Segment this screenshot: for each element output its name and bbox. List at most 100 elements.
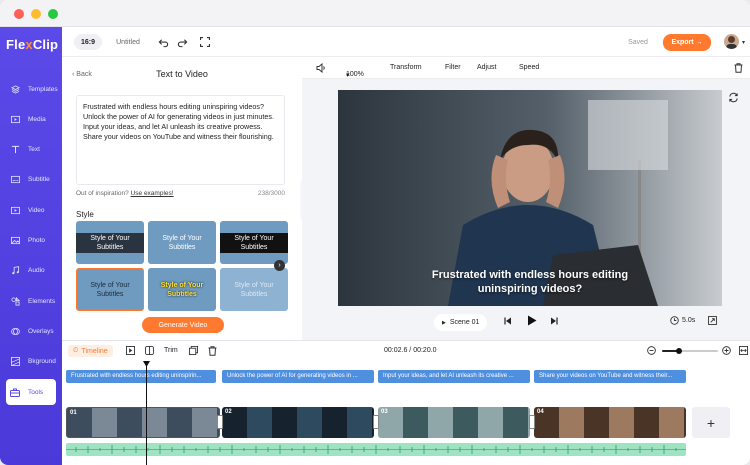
play-icon[interactable] — [527, 315, 537, 326]
delete-icon[interactable] — [734, 63, 743, 75]
volume-icon[interactable] — [316, 62, 326, 75]
subtitle-segment-2[interactable]: Unlock the power of AI for generating vi… — [222, 370, 374, 383]
subtitle-icon — [10, 175, 20, 185]
style-card-3[interactable]: Style of Your Subtitles — [220, 221, 288, 264]
filter-button[interactable]: Filter — [445, 64, 461, 71]
sidebar-item-label: Overlays — [28, 327, 54, 335]
sidebar-item-label: Video — [28, 206, 45, 214]
zoom-slider-thumb[interactable] — [675, 348, 682, 354]
generate-video-button[interactable]: Generate Video — [142, 317, 224, 333]
transition-handle[interactable] — [373, 415, 379, 429]
timeline-tab[interactable]: ⏲ Timeline — [68, 345, 113, 357]
fit-timeline-icon[interactable] — [739, 346, 748, 357]
redo-icon[interactable] — [176, 36, 188, 48]
style-card-2[interactable]: Style of Your Subtitles — [148, 221, 216, 264]
maximize-window-button[interactable] — [48, 9, 58, 19]
sidebar-item-label: Audio — [28, 267, 45, 275]
style-card-5[interactable]: Style of Your Subtitles — [148, 268, 216, 311]
sidebar-item-overlays[interactable]: Overlays — [0, 318, 62, 344]
trash-icon[interactable] — [208, 346, 217, 358]
add-clip-button[interactable]: + — [692, 407, 730, 438]
previous-scene-icon[interactable] — [504, 317, 512, 325]
timeline-toolbar: ⏲ Timeline Trim 00:02.6 / 00:20.0 — [62, 341, 750, 361]
sidebar-item-audio[interactable]: Audio — [0, 258, 62, 284]
export-button[interactable]: Export → — [663, 34, 711, 51]
play-preview-icon[interactable] — [126, 346, 135, 357]
sidebar-item-subtitle[interactable]: Subtitle — [0, 167, 62, 193]
video-clip[interactable]: 04 — [534, 407, 686, 438]
playhead[interactable] — [143, 361, 150, 465]
style-card-1[interactable]: Style of Your Subtitles — [76, 221, 144, 264]
video-preview[interactable]: Frustrated with endless hours editing un… — [338, 90, 722, 306]
transition-handle[interactable] — [529, 415, 535, 429]
undo-icon[interactable] — [157, 36, 169, 48]
sidebar-item-photo[interactable]: Photo — [0, 228, 62, 254]
style-label: Style — [76, 210, 94, 219]
speed-button[interactable]: Speed — [519, 64, 539, 71]
subtitle-segment-1[interactable]: Frustrated with endless hours editing un… — [66, 370, 216, 383]
adjust-button[interactable]: Adjust — [477, 64, 496, 71]
split-icon[interactable] — [145, 346, 154, 357]
next-styles-button[interactable]: › — [274, 260, 285, 271]
subtitle-caption: Frustrated with endless hours editing un… — [431, 269, 629, 295]
close-window-button[interactable] — [14, 9, 24, 19]
preview-toolbar: 100% ▾ Transform Filter Adjust Speed — [302, 57, 750, 79]
next-scene-icon[interactable] — [550, 317, 558, 325]
preview-area: 100% ▾ Transform Filter Adjust Speed Fru… — [302, 57, 750, 340]
saved-status: Saved — [628, 38, 648, 46]
elements-icon — [10, 296, 20, 306]
sidebar-item-text[interactable]: Text — [0, 137, 62, 163]
sidebar-item-label: Text — [28, 146, 40, 154]
music-icon — [10, 266, 20, 276]
video-clip[interactable]: 01 — [66, 407, 220, 438]
minimize-window-button[interactable] — [31, 9, 41, 19]
style-card-4[interactable]: Style of Your Subtitles — [76, 268, 144, 311]
layers-icon — [10, 84, 20, 94]
video-clip[interactable]: 02 — [222, 407, 374, 438]
transition-handle[interactable] — [217, 415, 223, 429]
video-clip[interactable]: 03 — [378, 407, 530, 438]
duration-control[interactable]: 5.0s — [670, 316, 695, 325]
use-examples-link[interactable]: Use examples! — [131, 190, 174, 197]
avatar[interactable] — [724, 34, 739, 49]
replace-icon[interactable] — [728, 92, 739, 105]
duplicate-icon[interactable] — [189, 346, 198, 357]
top-toolbar: 16:9 Untitled Saved Export → ▾ — [62, 27, 750, 57]
project-name[interactable]: Untitled — [112, 34, 144, 50]
sidebar-item-video[interactable]: Video — [0, 197, 62, 223]
timeline-icon: ⏲ — [73, 347, 79, 354]
text-to-video-panel: ‹ Back Text to Video Frustrated with end… — [62, 57, 302, 340]
style-card-6[interactable]: Style of Your Subtitles — [220, 268, 288, 311]
subtitle-segment-3[interactable]: Input your ideas, and let AI unleash its… — [378, 370, 530, 383]
subtitle-segment-4[interactable]: Share your videos on YouTube and witness… — [534, 370, 686, 383]
inspiration-hint: Out of inspiration? Use examples! — [76, 190, 174, 197]
sidebar-item-label: Tools — [28, 388, 44, 396]
video-icon — [10, 205, 20, 215]
sidebar-item-label: Bkground — [28, 358, 56, 366]
zoom-in-icon[interactable] — [722, 346, 731, 357]
scene-selector[interactable]: ▶ Scene 01 — [434, 314, 488, 331]
sidebar: FlexClip Templates Media Text Subtitle Video… — [0, 27, 62, 465]
chevron-down-icon[interactable]: ▾ — [742, 39, 745, 46]
aspect-ratio-button[interactable]: 16:9 — [74, 34, 102, 50]
sidebar-item-label: Templates — [28, 85, 58, 93]
photo-icon — [10, 236, 20, 246]
sidebar-item-label: Subtitle — [28, 176, 50, 184]
play-small-icon: ▶ — [442, 319, 446, 326]
audio-track[interactable] — [66, 443, 686, 456]
playhead-marker — [143, 361, 150, 367]
chevron-down-icon: ▾ — [346, 72, 350, 79]
script-textarea[interactable]: Frustrated with endless hours editing un… — [76, 95, 285, 185]
zoom-out-icon[interactable] — [647, 346, 656, 357]
sidebar-item-elements[interactable]: Elements — [0, 288, 62, 314]
fullscreen-icon[interactable] — [199, 36, 211, 48]
trim-button[interactable]: Trim — [164, 347, 178, 354]
overlay-icon — [10, 326, 20, 336]
sidebar-item-tools[interactable]: Tools — [6, 379, 56, 405]
sidebar-item-media[interactable]: Media — [0, 106, 62, 132]
transform-button[interactable]: Transform — [390, 64, 422, 71]
sidebar-item-templates[interactable]: Templates — [0, 76, 62, 102]
fit-screen-icon[interactable] — [708, 316, 717, 325]
zoom-slider[interactable] — [662, 348, 718, 354]
sidebar-item-bkground[interactable]: Bkground — [0, 349, 62, 375]
